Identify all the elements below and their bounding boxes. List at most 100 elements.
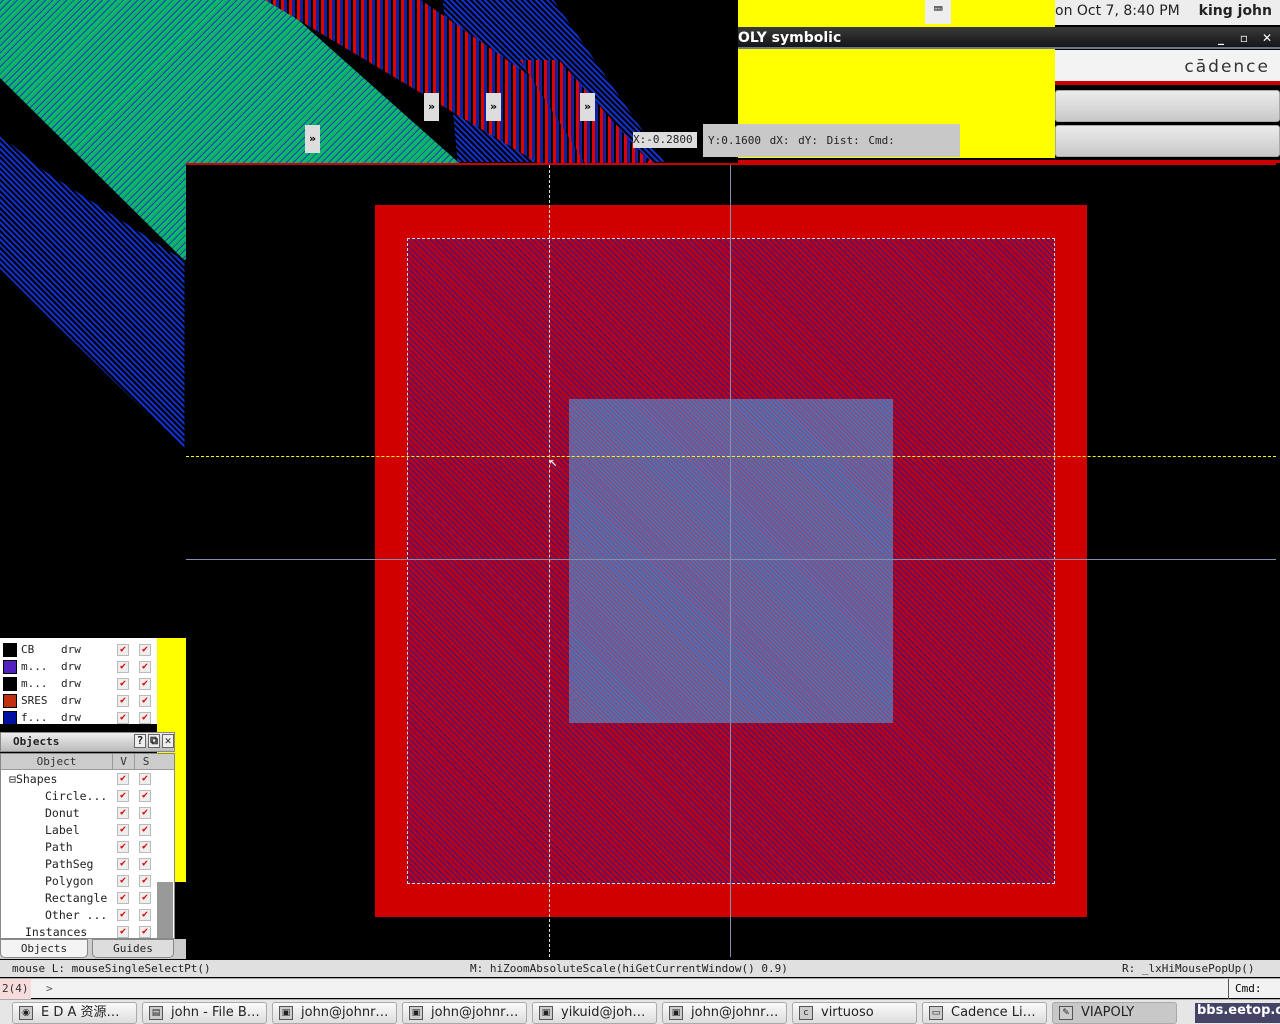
visible-checkbox[interactable]: ✔ xyxy=(117,711,129,724)
selectable-checkbox[interactable]: ✔ xyxy=(139,643,151,656)
expand-chevron[interactable]: » xyxy=(580,93,595,121)
help-button[interactable]: ? xyxy=(134,734,146,748)
tab-objects[interactable]: Objects xyxy=(0,939,88,958)
axis-vertical xyxy=(730,165,731,957)
column-header-selectable[interactable]: S xyxy=(135,754,157,769)
layer-row[interactable]: SRES drw ✔ ✔ xyxy=(0,692,157,709)
taskbar-label: E D A 资源… xyxy=(41,1005,120,1020)
layer-swatch-icon xyxy=(3,710,17,725)
visible-checkbox[interactable]: ✔ xyxy=(117,806,129,819)
selectable-checkbox[interactable]: ✔ xyxy=(139,874,151,887)
object-row[interactable]: PathSeg ✔ ✔ xyxy=(1,855,174,872)
visible-checkbox[interactable]: ✔ xyxy=(117,643,129,656)
layer-purpose: drw xyxy=(61,643,81,656)
object-label: Shapes xyxy=(15,771,58,786)
layer-swatch-icon xyxy=(3,676,17,691)
object-row[interactable]: Instances ✔ ✔ xyxy=(1,923,174,940)
visible-checkbox[interactable]: ✔ xyxy=(117,908,129,921)
taskbar-item[interactable]: ▣ john@johnr… xyxy=(662,1002,787,1024)
selectable-checkbox[interactable]: ✔ xyxy=(139,694,151,707)
visible-checkbox[interactable]: ✔ xyxy=(117,772,129,785)
watermark-logo: bbs.eetop.cn xyxy=(1195,1003,1280,1023)
visible-checkbox[interactable]: ✔ xyxy=(117,925,129,938)
expand-chevron[interactable]: » xyxy=(486,93,501,121)
minimize-button[interactable]: _ xyxy=(1218,27,1224,49)
selectable-checkbox[interactable]: ✔ xyxy=(139,789,151,802)
layout-canvas[interactable]: ↖ xyxy=(186,163,1276,957)
taskbar: ◉ E D A 资源… ▤ john - File B… ▣ john@johnr… ▣ jo… xyxy=(0,999,1280,1024)
selectable-checkbox[interactable]: ✔ xyxy=(139,677,151,690)
selectable-checkbox[interactable]: ✔ xyxy=(139,925,151,938)
expand-chevron[interactable]: » xyxy=(305,125,320,153)
visible-checkbox[interactable]: ✔ xyxy=(117,694,129,707)
taskbar-item[interactable]: ▤ john - File B… xyxy=(142,1002,267,1024)
mouse-cursor-icon: ↖ xyxy=(549,454,558,470)
selectable-checkbox[interactable]: ✔ xyxy=(139,891,151,904)
layer-row[interactable]: m... drw ✔ ✔ xyxy=(0,675,157,692)
taskbar-item[interactable]: c virtuoso xyxy=(792,1002,917,1024)
keyboard-icon[interactable]: ⌨ xyxy=(925,0,951,24)
toolbar-button[interactable] xyxy=(1055,90,1280,122)
datetime[interactable]: on Oct 7, 8:40 PM xyxy=(1055,0,1180,23)
column-header-visible[interactable]: V xyxy=(113,754,135,769)
taskbar-item[interactable]: ▣ john@johnr… xyxy=(402,1002,527,1024)
visible-checkbox[interactable]: ✔ xyxy=(117,660,129,673)
collapse-icon[interactable]: ⊟ xyxy=(9,772,16,786)
visible-checkbox[interactable]: ✔ xyxy=(117,857,129,870)
layer-name: f... xyxy=(21,711,48,724)
object-row[interactable]: ⊟Shapes ✔ ✔ xyxy=(1,770,174,787)
layer-row[interactable]: m... drw ✔ ✔ xyxy=(0,658,157,675)
maximize-button[interactable]: ▫ xyxy=(1240,27,1248,49)
via-core-rectangle[interactable] xyxy=(569,399,893,723)
layer-row[interactable]: CB drw ✔ ✔ xyxy=(0,641,157,658)
selectable-checkbox[interactable]: ✔ xyxy=(139,857,151,870)
scrollbar[interactable] xyxy=(157,882,173,938)
command-line[interactable]: 2(4) > Cmd: xyxy=(0,978,1280,999)
selectable-checkbox[interactable]: ✔ xyxy=(139,806,151,819)
column-header-object[interactable]: Object xyxy=(1,754,113,769)
object-row[interactable]: Rectangle ✔ ✔ xyxy=(1,889,174,906)
window-titlebar[interactable]: OLY symbolic _ ▫ ✕ xyxy=(738,27,1280,49)
visible-checkbox[interactable]: ✔ xyxy=(117,840,129,853)
selectable-checkbox[interactable]: ✔ xyxy=(139,823,151,836)
tab-guides[interactable]: Guides xyxy=(92,939,174,958)
taskbar-item[interactable]: ▣ john@johnr… xyxy=(272,1002,397,1024)
prompt-counter: 2(4) xyxy=(0,979,31,999)
prompt-arrow: > xyxy=(46,982,53,995)
taskbar-item[interactable]: ✎ VIAPOLY xyxy=(1052,1002,1177,1024)
layer-swatch-icon xyxy=(3,693,17,708)
toolbar-button[interactable] xyxy=(1055,125,1280,157)
layer-row[interactable]: f... drw ✔ ✔ xyxy=(0,709,157,726)
visible-checkbox[interactable]: ✔ xyxy=(117,789,129,802)
layout-icon: ✎ xyxy=(1059,1006,1073,1020)
close-button[interactable]: ✕ xyxy=(1262,27,1272,49)
object-row[interactable]: Path ✔ ✔ xyxy=(1,838,174,855)
selectable-checkbox[interactable]: ✔ xyxy=(139,660,151,673)
object-row[interactable]: Circle... ✔ ✔ xyxy=(1,787,174,804)
expand-chevron[interactable]: » xyxy=(424,93,439,121)
object-label: Polygon xyxy=(45,873,94,888)
firefox-icon: ◉ xyxy=(19,1006,33,1020)
selectable-checkbox[interactable]: ✔ xyxy=(139,711,151,724)
user-name[interactable]: king john xyxy=(1199,0,1272,23)
object-row[interactable]: Donut ✔ ✔ xyxy=(1,804,174,821)
selectable-checkbox[interactable]: ✔ xyxy=(139,772,151,785)
close-button[interactable]: ✕ xyxy=(162,734,174,748)
selectable-checkbox[interactable]: ✔ xyxy=(139,840,151,853)
object-row[interactable]: Label ✔ ✔ xyxy=(1,821,174,838)
selectable-checkbox[interactable]: ✔ xyxy=(139,908,151,921)
terminal-icon: ▣ xyxy=(409,1006,423,1020)
taskbar-item[interactable]: ▣ yikuid@joh… xyxy=(532,1002,657,1024)
visible-checkbox[interactable]: ✔ xyxy=(117,874,129,887)
object-row[interactable]: Polygon ✔ ✔ xyxy=(1,872,174,889)
visible-checkbox[interactable]: ✔ xyxy=(117,891,129,904)
mouse-right-binding: R: _lxHiMousePopUp() xyxy=(1122,962,1255,975)
taskbar-item[interactable]: ▭ Cadence Li… xyxy=(922,1002,1047,1024)
taskbar-item[interactable]: ◉ E D A 资源… xyxy=(12,1002,137,1024)
float-button[interactable]: ⧉ xyxy=(148,734,160,748)
object-row[interactable]: Other ... ✔ ✔ xyxy=(1,906,174,923)
crosshair-vertical xyxy=(549,165,550,957)
visible-checkbox[interactable]: ✔ xyxy=(117,677,129,690)
mouse-middle-binding: M: hiZoomAbsoluteScale(hiGetCurrentWindo… xyxy=(470,962,788,975)
visible-checkbox[interactable]: ✔ xyxy=(117,823,129,836)
